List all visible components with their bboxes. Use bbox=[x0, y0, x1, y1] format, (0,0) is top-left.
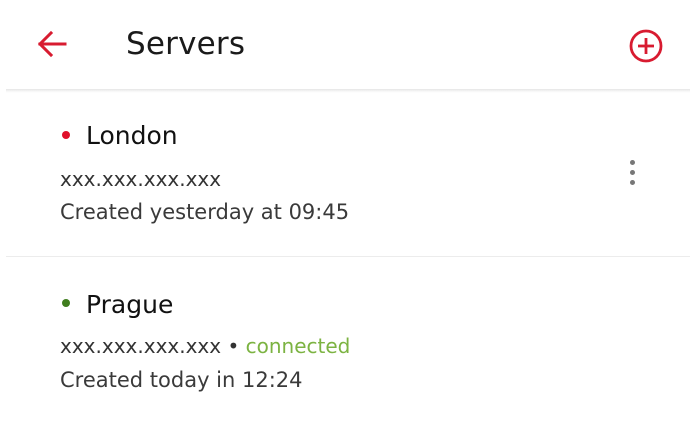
server-name: Prague bbox=[86, 290, 174, 319]
page-title: Servers bbox=[126, 26, 246, 62]
more-options-button[interactable] bbox=[620, 154, 646, 194]
plus-circle-icon bbox=[629, 29, 663, 63]
separator-dot: • bbox=[227, 334, 240, 358]
server-created: Created today in 12:24 bbox=[60, 368, 303, 392]
app-bar: Servers bbox=[0, 0, 690, 90]
server-item-london[interactable]: London xxx.xxx.xxx.xxx Created yesterday… bbox=[0, 94, 690, 256]
status-dot-offline bbox=[62, 131, 70, 139]
header-divider bbox=[6, 89, 690, 93]
server-created: Created yesterday at 09:45 bbox=[60, 200, 350, 224]
server-ip: xxx.xxx.xxx.xxx bbox=[60, 166, 221, 192]
ip-address: xxx.xxx.xxx.xxx bbox=[60, 334, 222, 358]
ip-address: xxx.xxx.xxx.xxx bbox=[60, 167, 222, 191]
back-button[interactable] bbox=[34, 28, 70, 60]
server-name: London bbox=[86, 121, 178, 150]
arrow-left-icon bbox=[37, 30, 67, 58]
servers-screen: Servers London xxx.xxx.xxx.xxx Created y… bbox=[0, 0, 690, 436]
more-vertical-icon bbox=[630, 160, 635, 165]
server-item-prague[interactable]: Prague xxx.xxx.xxx.xxx • connected Creat… bbox=[0, 257, 690, 407]
server-ip: xxx.xxx.xxx.xxx • connected bbox=[60, 333, 350, 359]
add-server-button[interactable] bbox=[627, 27, 665, 65]
status-dot-online bbox=[62, 299, 70, 307]
connection-status: connected bbox=[245, 334, 351, 358]
